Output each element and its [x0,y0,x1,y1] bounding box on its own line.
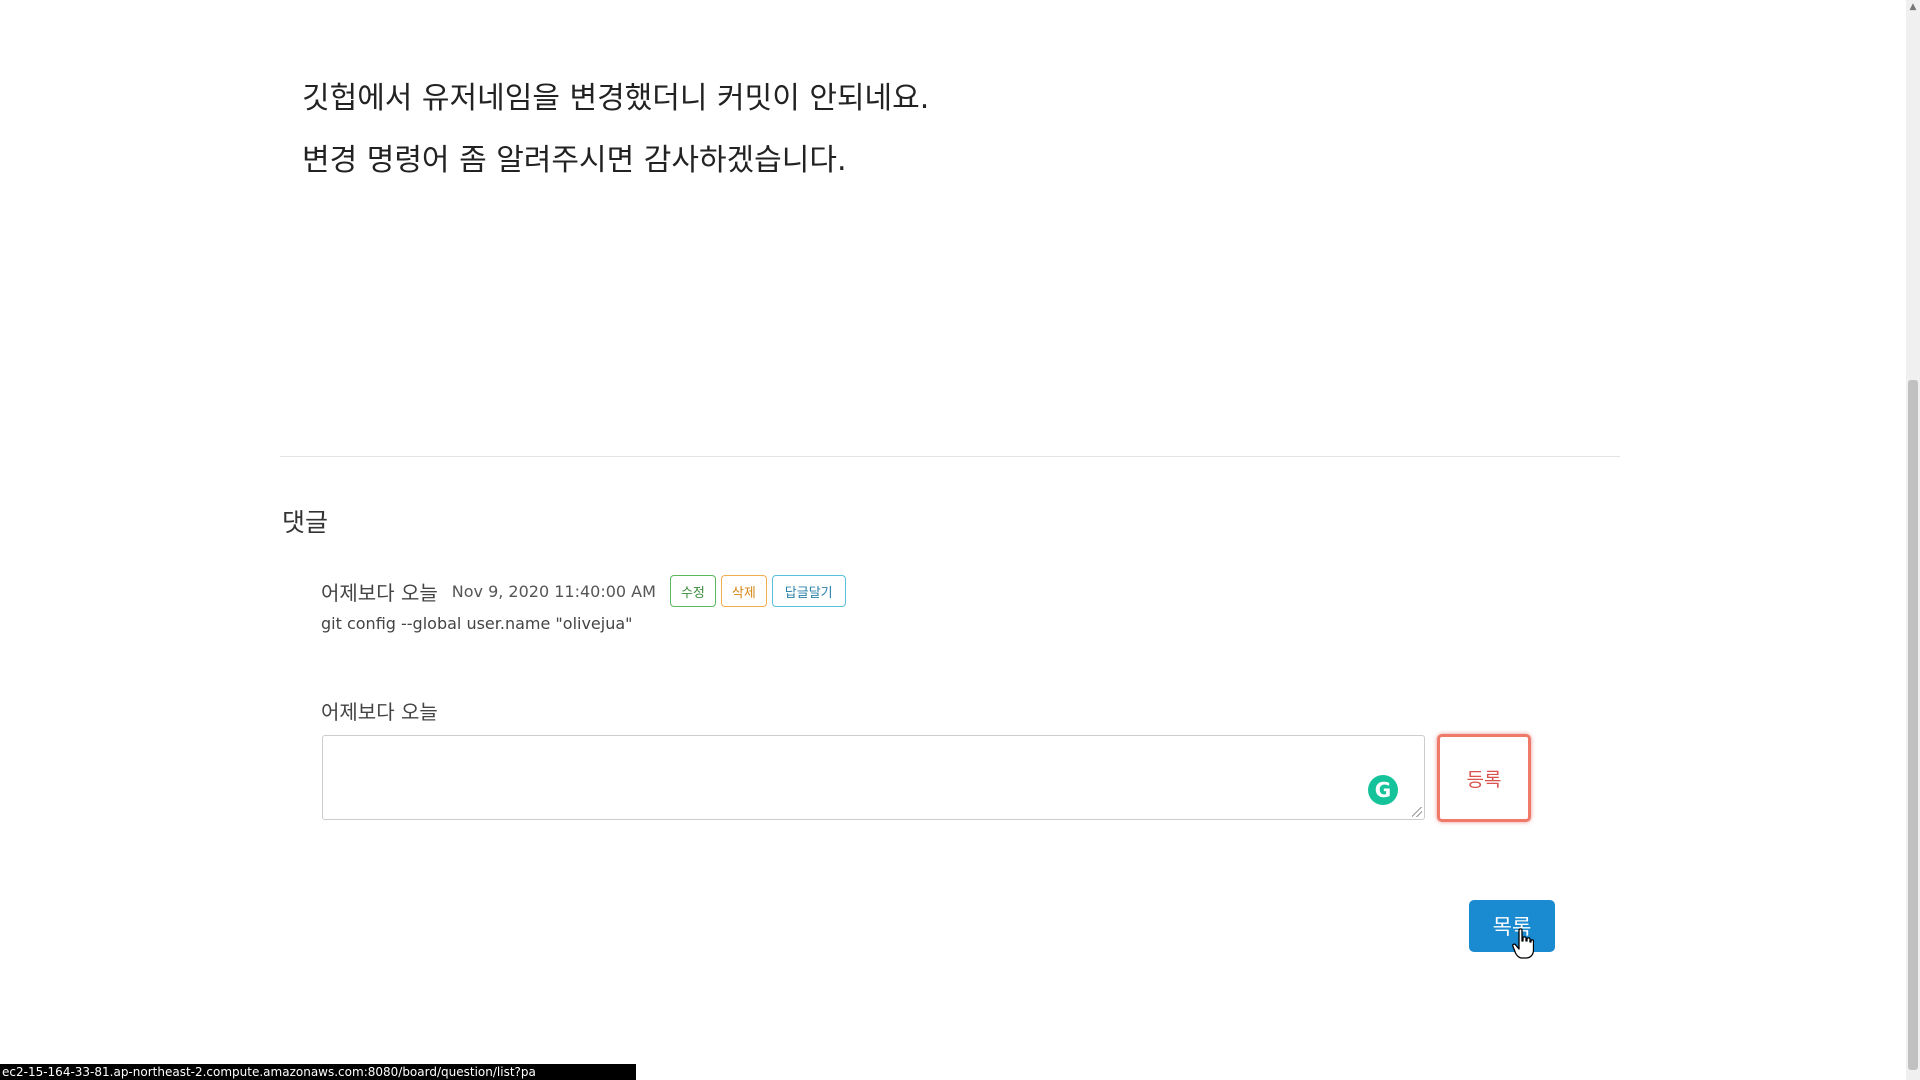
post-line-2: 변경 명령어 좀 알려주시면 감사하겠습니다. [302,143,847,178]
hand-pointer-icon [1512,928,1534,959]
scroll-up-arrow-icon[interactable]: ▲ [1906,0,1920,14]
comment-item: 어제보다 오늘 Nov 9, 2020 11:40:00 AM 수정 삭제 답글… [321,574,1521,633]
page: 깃헙에서 유저네임을 변경했더니 커밋이 안되네요. 변경 명령어 좀 알려주시… [0,0,1920,1080]
reply-comment-button[interactable]: 답글달기 [771,575,846,607]
comment-date: Nov 9, 2020 11:40:00 AM [451,581,656,601]
grammarly-icon[interactable]: G [1368,775,1398,805]
comment-input[interactable] [323,736,1424,819]
comment-text: git config --global user.name "olivejua" [321,614,633,633]
scrollbar-thumb[interactable] [1908,380,1918,1070]
submit-comment-button[interactable]: 등록 [1437,734,1531,822]
reply-author: 어제보다 오늘 [321,700,438,724]
resize-handle[interactable] [1412,807,1422,817]
section-divider [280,456,1620,457]
edit-comment-button[interactable]: 수정 [669,575,716,607]
status-bar-url: ec2-15-164-33-81.ap-northeast-2.compute.… [0,1064,636,1080]
delete-comment-button[interactable]: 삭제 [720,575,767,607]
comment-header: 어제보다 오늘 Nov 9, 2020 11:40:00 AM 수정 삭제 답글… [321,574,1521,608]
post-line-1: 깃헙에서 유저네임을 변경했더니 커밋이 안되네요. [302,81,930,116]
comment-input-box: G [322,735,1425,820]
post-content: 깃헙에서 유저네임을 변경했더니 커밋이 안되네요. 변경 명령어 좀 알려주시… [302,68,1602,192]
comment-author: 어제보다 오늘 [321,580,438,605]
comments-heading: 댓글 [282,508,329,537]
